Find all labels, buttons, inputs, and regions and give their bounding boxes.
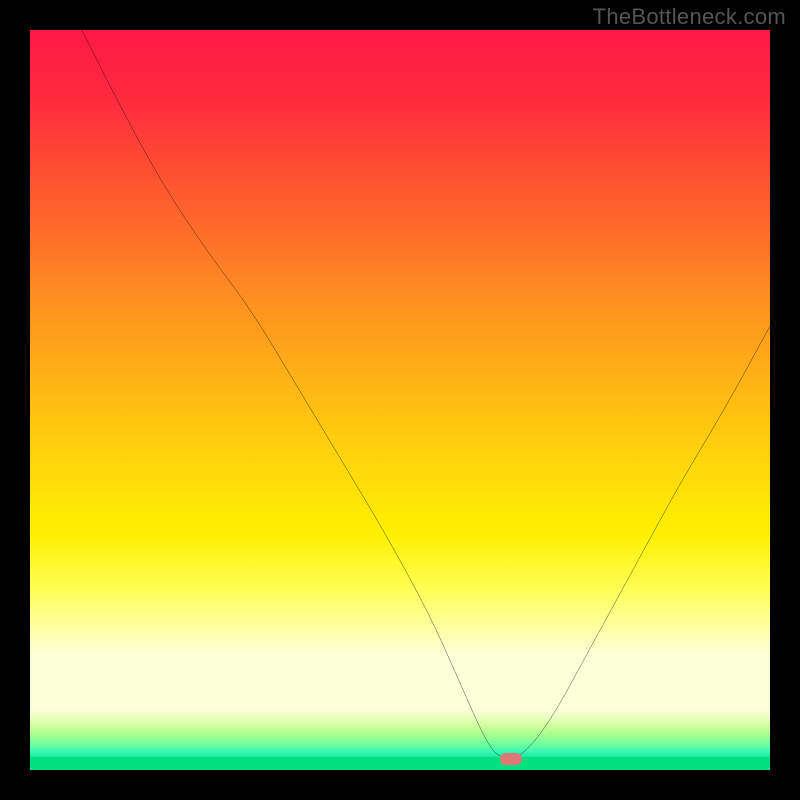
- watermark-text: TheBottleneck.com: [593, 4, 786, 30]
- plot-area: [30, 30, 770, 770]
- bottleneck-curve: [30, 30, 770, 770]
- optimal-marker: [500, 753, 522, 765]
- chart-frame: TheBottleneck.com: [0, 0, 800, 800]
